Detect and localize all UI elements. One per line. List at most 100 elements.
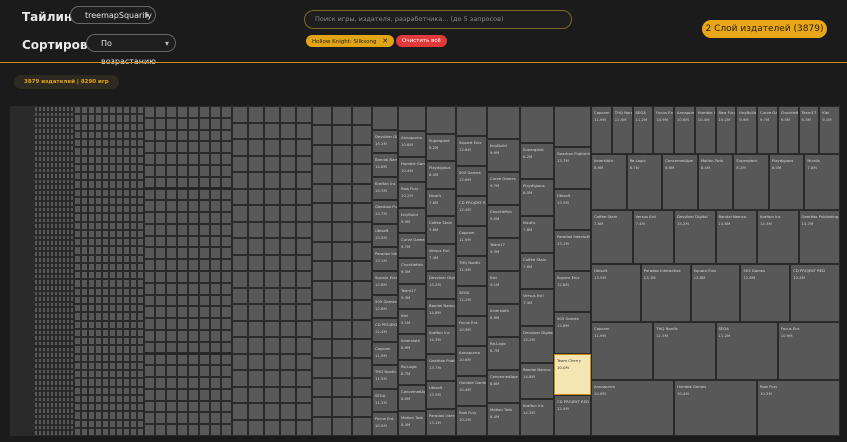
treemap-cell[interactable]: [177, 365, 188, 378]
treemap-cell[interactable]: [109, 238, 116, 247]
treemap-cell[interactable]: [130, 188, 137, 197]
treemap-cell[interactable]: [232, 221, 248, 238]
treemap-cell[interactable]: [137, 139, 144, 148]
treemap-cell[interactable]: [81, 147, 88, 156]
treemap-cell[interactable]: [221, 176, 232, 189]
treemap-cell[interactable]: [264, 287, 280, 304]
treemap-cell[interactable]: [123, 155, 130, 164]
treemap-cell[interactable]: [81, 386, 88, 395]
treemap-cell[interactable]: [155, 117, 166, 130]
treemap-cell[interactable]: [137, 147, 144, 156]
treemap-cell[interactable]: [81, 262, 88, 271]
treemap-cell[interactable]: [130, 394, 137, 403]
treemap-cell[interactable]: Motion Twin 8.4M: [697, 154, 734, 210]
treemap-cell[interactable]: [130, 403, 137, 412]
treemap-cell[interactable]: [74, 213, 81, 222]
treemap-cell[interactable]: [520, 106, 554, 143]
treemap-cell[interactable]: [332, 241, 352, 262]
treemap-cell[interactable]: Devolver Digital15.2M: [372, 129, 398, 154]
treemap-cell[interactable]: [130, 163, 137, 172]
treemap-cell[interactable]: [248, 139, 264, 156]
treemap-cell[interactable]: [210, 247, 221, 260]
treemap-cell[interactable]: [88, 337, 95, 346]
treemap-cell[interactable]: [221, 353, 232, 366]
treemap-cell[interactable]: [248, 271, 264, 288]
treemap-cell[interactable]: [210, 365, 221, 378]
treemap-cell[interactable]: [116, 304, 123, 313]
treemap-cell[interactable]: [221, 329, 232, 342]
treemap-cell[interactable]: [74, 246, 81, 255]
treemap-cell[interactable]: [177, 188, 188, 201]
treemap[interactable]: Devolver Digital15.2MBandai Namco14.8MKr…: [10, 106, 840, 436]
treemap-cell[interactable]: Square Enix 12.8M: [690, 264, 741, 322]
treemap-cell[interactable]: [144, 141, 155, 154]
treemap-cell[interactable]: [81, 139, 88, 148]
treemap-cell[interactable]: [166, 212, 177, 224]
treemap-cell[interactable]: [137, 238, 144, 247]
treemap-cell[interactable]: [102, 163, 109, 172]
treemap-cell[interactable]: [280, 386, 296, 403]
treemap-cell[interactable]: Innersloth 8.9M: [591, 154, 627, 210]
treemap-cell[interactable]: [88, 213, 95, 222]
treemap-cell[interactable]: [109, 345, 116, 354]
treemap-cell[interactable]: [88, 403, 95, 412]
treemap-cell[interactable]: [74, 328, 81, 337]
treemap-cell[interactable]: [210, 377, 221, 389]
treemap-cell[interactable]: [123, 205, 130, 214]
treemap-cell[interactable]: [130, 328, 137, 337]
treemap-cell[interactable]: Paradox Interactive13.1M: [554, 229, 591, 271]
treemap-cell[interactable]: [123, 320, 130, 329]
treemap-cell[interactable]: [280, 188, 296, 205]
treemap-cell[interactable]: [332, 261, 352, 281]
treemap-cell[interactable]: [102, 353, 109, 362]
treemap-cell[interactable]: [264, 139, 280, 156]
treemap-cell[interactable]: [372, 106, 398, 130]
treemap-cell[interactable]: [95, 180, 102, 189]
treemap-cell[interactable]: [144, 235, 155, 248]
treemap-cell[interactable]: [81, 114, 88, 123]
treemap-cell[interactable]: [210, 400, 221, 413]
treemap-cell[interactable]: [88, 246, 95, 255]
treemap-cell[interactable]: [280, 122, 296, 139]
treemap-cell[interactable]: [130, 106, 137, 115]
treemap-cell[interactable]: [155, 306, 166, 319]
treemap-cell[interactable]: [102, 419, 109, 428]
treemap-cell[interactable]: [144, 329, 155, 342]
treemap-cell[interactable]: [109, 427, 116, 436]
treemap-cell[interactable]: Chucklefish 9.5M: [777, 106, 799, 154]
treemap-cell[interactable]: [88, 188, 95, 197]
treemap-cell[interactable]: [137, 262, 144, 271]
treemap-cell[interactable]: [95, 386, 102, 395]
treemap-cell[interactable]: [109, 254, 116, 263]
treemap-cell[interactable]: [116, 221, 123, 230]
query-chip[interactable]: Hollow Knight: Silksong ✕: [306, 35, 395, 47]
treemap-cell[interactable]: [144, 117, 155, 130]
treemap-cell[interactable]: [248, 370, 264, 387]
treemap-cell[interactable]: [88, 427, 95, 436]
treemap-cell[interactable]: [188, 235, 199, 248]
treemap-cell[interactable]: [221, 318, 232, 330]
treemap-cell[interactable]: [109, 394, 116, 403]
treemap-cell[interactable]: [352, 241, 372, 262]
treemap-cell[interactable]: [144, 271, 155, 283]
treemap-cell[interactable]: [280, 254, 296, 271]
treemap-cell[interactable]: [116, 238, 123, 247]
treemap-cell[interactable]: Capcom 11.9M: [456, 226, 487, 256]
treemap-cell[interactable]: 505 Games 12.6M: [740, 264, 791, 322]
treemap-cell[interactable]: [188, 412, 199, 425]
treemap-cell[interactable]: [248, 155, 264, 172]
treemap-cell[interactable]: Focus Ent. 10.9M: [653, 106, 674, 154]
treemap-cell[interactable]: [188, 353, 199, 366]
treemap-cell[interactable]: [177, 271, 188, 283]
treemap-cell[interactable]: [109, 114, 116, 123]
treemap-cell[interactable]: [74, 106, 81, 115]
treemap-cell[interactable]: [221, 247, 232, 260]
treemap-cell[interactable]: [221, 188, 232, 201]
treemap-cell[interactable]: [81, 394, 88, 403]
treemap-cell[interactable]: [137, 130, 144, 139]
treemap-cell[interactable]: [109, 122, 116, 131]
treemap-cell[interactable]: [332, 377, 352, 398]
treemap-cell[interactable]: [188, 141, 199, 154]
treemap-cell[interactable]: [166, 341, 177, 354]
treemap-cell[interactable]: [166, 235, 177, 248]
